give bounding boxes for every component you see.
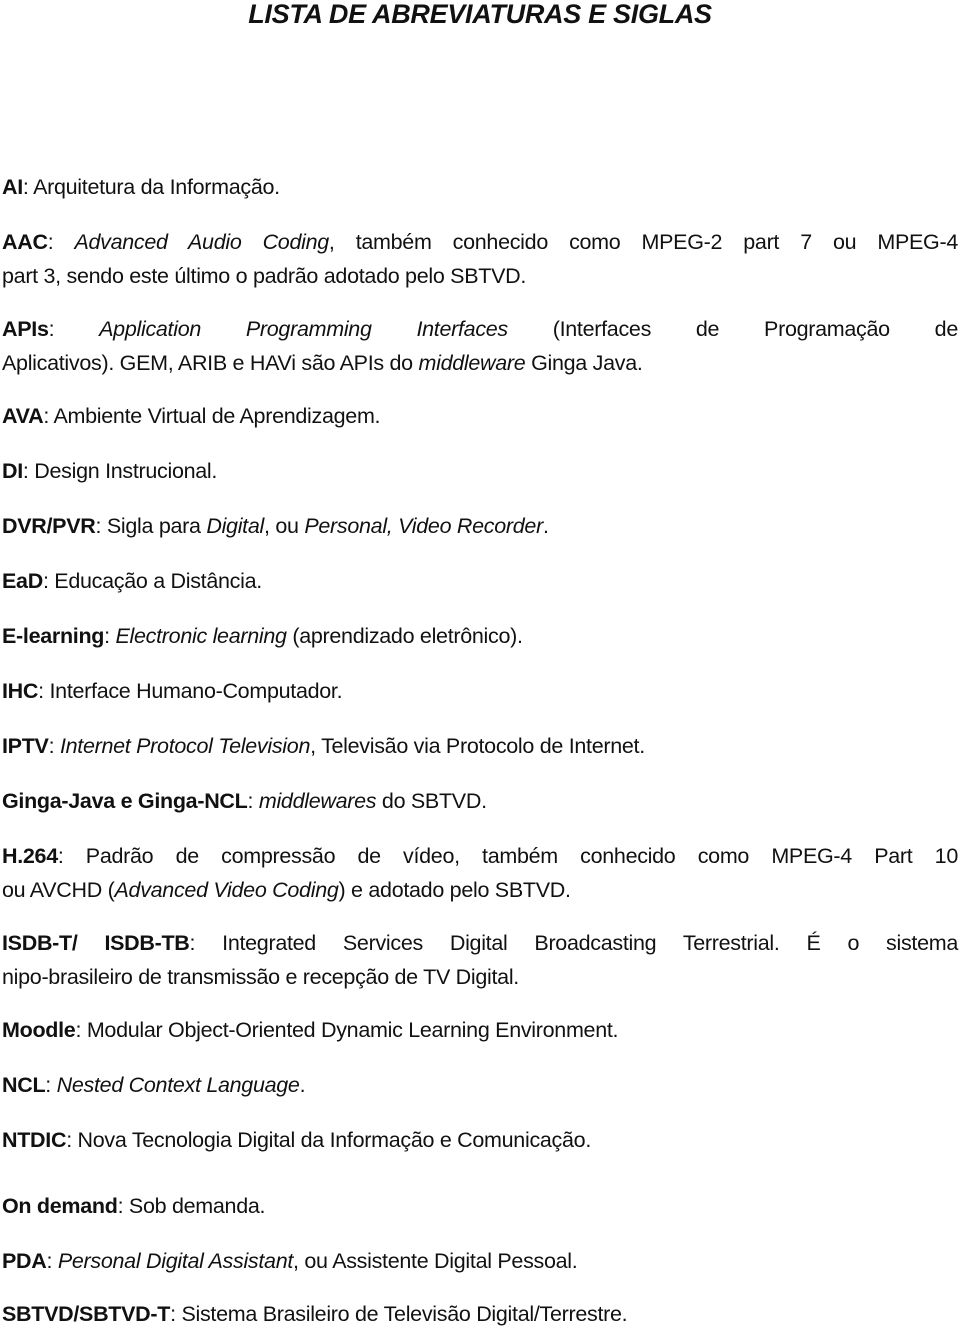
glossary-entry-di: DI: Design Instrucional. xyxy=(2,459,218,483)
glossary-entry-isdb: ISDB-T/ ISDB-TB: Integrated Services Dig… xyxy=(2,926,958,994)
glossary-entry-ncl: NCL: Nested Context Language. xyxy=(2,1073,306,1097)
glossary-entry-moodle: Moodle: Modular Object-Oriented Dynamic … xyxy=(2,1018,619,1042)
glossary-entry-h264: H.264: Padrão de compressão de vídeo, ta… xyxy=(2,839,958,907)
glossary-entry-iptv: IPTV: Internet Protocol Television, Tele… xyxy=(2,734,645,758)
entry-term: H.264 xyxy=(2,844,58,868)
entry-term: Moodle xyxy=(2,1018,76,1042)
glossary-entry-ihc: IHC: Interface Humano-Computador. xyxy=(2,679,343,703)
entry-term: AI xyxy=(2,175,23,199)
entry-term: SBTVD/SBTVD-T xyxy=(2,1302,171,1326)
glossary-entry-ead: EaD: Educação a Distância. xyxy=(2,569,262,593)
entry-term: On demand xyxy=(2,1194,118,1218)
entry-term: APIs xyxy=(2,317,49,341)
glossary-entry-ai: AI: Arquitetura da Informação. xyxy=(2,175,280,199)
glossary-entry-ava: AVA: Ambiente Virtual de Aprendizagem. xyxy=(2,404,381,428)
entry-term: AVA xyxy=(2,404,44,428)
glossary-entry-ntdic: NTDIC: Nova Tecnologia Digital da Inform… xyxy=(2,1128,592,1152)
glossary-entry-dvr-pvr: DVR/PVR: Sigla para Digital, ou Personal… xyxy=(2,514,549,538)
entry-term: IHC xyxy=(2,679,39,703)
entry-definition: nipo-brasileiro de transmissão e recepçã… xyxy=(2,965,519,989)
entry-definition: ou AVCHD (Advanced Video Coding) e adota… xyxy=(2,878,571,902)
entry-definition: Educação a Distância. xyxy=(54,569,262,593)
entry-term: PDA xyxy=(2,1249,47,1273)
entry-term: DI xyxy=(2,459,23,483)
entry-definition: Arquitetura da Informação. xyxy=(33,175,280,199)
entry-definition: Design Instrucional. xyxy=(34,459,218,483)
glossary-entry-sbtvd: SBTVD/SBTVD-T: Sistema Brasileiro de Tel… xyxy=(2,1302,628,1326)
entry-term: NTDIC xyxy=(2,1128,67,1152)
entry-definition: Sob demanda. xyxy=(128,1194,266,1218)
glossary-entry-on-demand: On demand: Sob demanda. xyxy=(2,1194,266,1218)
glossary-entry-ginga: Ginga-Java e Ginga-NCL: middlewares do S… xyxy=(2,789,487,813)
glossary-entry-aac: AAC: Advanced Audio Coding, também conhe… xyxy=(2,225,958,293)
entry-term: EaD xyxy=(2,569,43,593)
entry-definition: Sistema Brasileiro de Televisão Digital/… xyxy=(181,1302,628,1326)
glossary-entry-e-learning: E-learning: Electronic learning (aprendi… xyxy=(2,624,523,648)
entry-term: ISDB-T/ ISDB-TB xyxy=(2,931,190,955)
entry-term: DVR/PVR xyxy=(2,514,96,538)
entry-definition: Aplicativos). GEM, ARIB e HAVi são APIs … xyxy=(2,351,643,375)
entry-definition: Ambiente Virtual de Aprendizagem. xyxy=(53,404,381,428)
page-title: LISTA DE ABREVIATURAS E SIGLAS xyxy=(248,0,712,29)
entry-term: E-learning xyxy=(2,624,105,648)
entry-term: AAC xyxy=(2,230,48,254)
entry-definition: Interface Humano-Computador. xyxy=(49,679,343,703)
entry-term: Ginga-Java e Ginga-NCL xyxy=(2,789,248,813)
entry-definition: Modular Object-Oriented Dynamic Learning… xyxy=(86,1018,619,1042)
entry-definition: Nova Tecnologia Digital da Informação e … xyxy=(77,1128,592,1152)
entry-term: IPTV xyxy=(2,734,49,758)
entry-term: NCL xyxy=(2,1073,46,1097)
glossary-entry-pda: PDA: Personal Digital Assistant, ou Assi… xyxy=(2,1249,578,1273)
entry-definition: part 3, sendo este último o padrão adota… xyxy=(2,264,527,288)
glossary-entry-apis: APIs: Application Programming Interfaces… xyxy=(2,312,958,380)
